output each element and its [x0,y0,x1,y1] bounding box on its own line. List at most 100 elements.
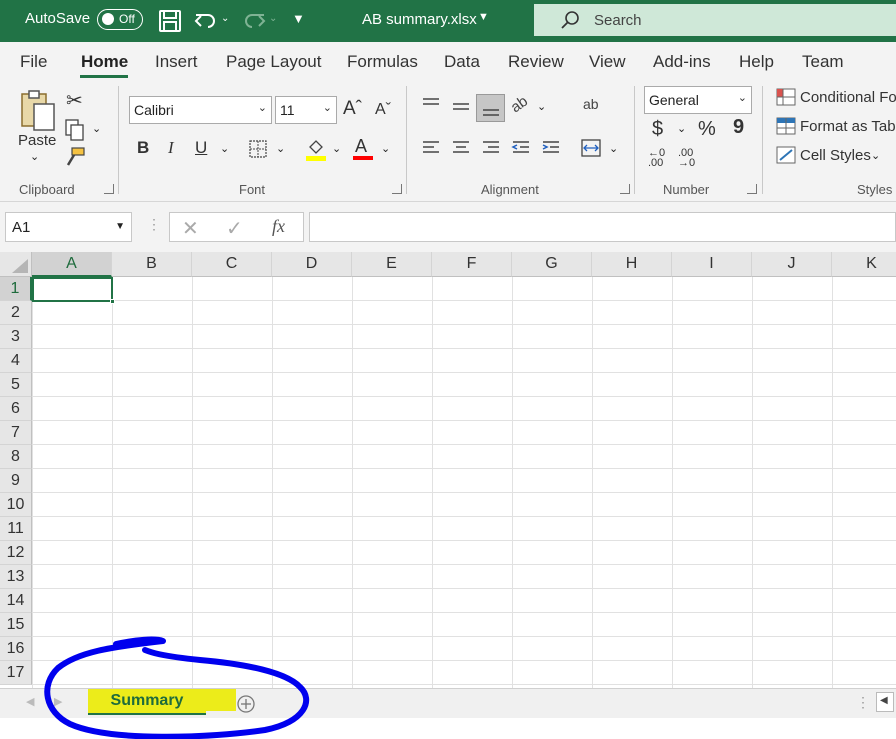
format-as-table-icon[interactable] [776,117,796,135]
fill-handle[interactable] [110,299,115,304]
italic-button[interactable]: I [168,138,174,158]
number-launcher-icon[interactable] [747,184,757,194]
font-color-dropdown-icon[interactable]: ⌄ [381,142,390,155]
decrease-decimal-icon[interactable]: .00 →0 [678,148,695,169]
sheet-tab-summary[interactable]: Summary [88,689,206,715]
borders-icon[interactable] [248,139,268,159]
row-header-3[interactable]: 3 [0,325,32,349]
percent-button[interactable]: % [698,118,716,141]
cut-icon[interactable]: ✂ [66,88,83,113]
font-color-icon[interactable]: A [355,136,367,157]
align-right-icon[interactable] [481,139,501,157]
decrease-indent-icon[interactable] [511,139,531,157]
conditional-formatting-button[interactable]: Conditional Fo [800,89,896,106]
row-header-8[interactable]: 8 [0,445,32,469]
cancel-icon[interactable]: ✕ [182,216,199,241]
tab-formulas[interactable]: Formulas [347,52,418,72]
borders-dropdown-icon[interactable]: ⌄ [276,142,285,155]
title-dropdown-icon[interactable]: ▼ [478,11,489,23]
format-as-table-button[interactable]: Format as Tabl [800,118,896,135]
row-header-4[interactable]: 4 [0,349,32,373]
merge-dropdown-icon[interactable]: ⌄ [609,142,618,155]
row-header-5[interactable]: 5 [0,373,32,397]
cell-styles-dropdown-icon[interactable]: ⌄ [871,149,880,162]
merge-center-icon[interactable] [580,138,602,158]
wrap-text-icon[interactable]: ab [583,96,599,112]
row-header-12[interactable]: 12 [0,541,32,565]
document-title[interactable]: AB summary.xlsx [362,11,477,28]
increase-font-icon[interactable]: Aˆ [343,98,362,120]
undo-dropdown-icon[interactable]: ⌄ [221,13,229,24]
column-header-h[interactable]: H [592,252,672,277]
hscroll-left-button[interactable]: ◀ [876,692,894,712]
active-cell[interactable] [32,277,113,302]
column-header-e[interactable]: E [352,252,432,277]
formula-input[interactable] [309,212,896,242]
customize-toolbar-icon[interactable]: ▼ [292,11,305,26]
copy-dropdown-icon[interactable]: ⌄ [92,122,101,135]
fill-color-icon[interactable] [304,137,328,161]
tab-team[interactable]: Team [802,52,844,72]
column-header-a[interactable]: A [32,252,112,277]
save-icon[interactable] [157,8,183,34]
align-left-icon[interactable] [421,139,441,157]
row-header-14[interactable]: 14 [0,589,32,613]
tab-add-ins[interactable]: Add-ins [653,52,711,72]
cell-styles-button[interactable]: Cell Styles [800,147,871,164]
cell-area[interactable] [32,277,896,688]
currency-dropdown-icon[interactable]: ⌄ [677,122,686,135]
row-header-1[interactable]: 1 [0,277,32,301]
format-painter-icon[interactable] [64,146,86,168]
select-all-button[interactable] [0,252,32,277]
redo-icon[interactable] [241,8,267,34]
column-header-j[interactable]: J [752,252,832,277]
name-box[interactable]: A1 ▼ [5,212,132,242]
search-box[interactable]: Search [534,4,896,36]
column-header-f[interactable]: F [432,252,512,277]
insert-function-icon[interactable]: fx [272,216,285,237]
tab-review[interactable]: Review [508,52,564,72]
clipboard-launcher-icon[interactable] [104,184,114,194]
font-launcher-icon[interactable] [392,184,402,194]
tab-help[interactable]: Help [739,52,774,72]
underline-dropdown-icon[interactable]: ⌄ [220,142,229,155]
column-header-c[interactable]: C [192,252,272,277]
row-header-6[interactable]: 6 [0,397,32,421]
tab-home[interactable]: Home [81,52,128,72]
tab-insert[interactable]: Insert [155,52,198,72]
row-header-9[interactable]: 9 [0,469,32,493]
fill-color-dropdown-icon[interactable]: ⌄ [332,142,341,155]
split-handle-icon[interactable]: ⋮ [856,694,870,711]
increase-decimal-icon[interactable]: ←0.00 [648,148,665,169]
row-header-15[interactable]: 15 [0,613,32,637]
font-name-select[interactable]: Calibri ⌄ [129,96,272,124]
row-header-2[interactable]: 2 [0,301,32,325]
row-header-7[interactable]: 7 [0,421,32,445]
number-format-select[interactable]: General ⌄ [644,86,752,114]
add-sheet-icon[interactable] [236,694,256,714]
drag-handle-icon[interactable]: ⋮ [147,216,161,233]
redo-dropdown-icon[interactable]: ⌄ [269,13,277,24]
copy-icon[interactable] [64,118,86,142]
column-header-d[interactable]: D [272,252,352,277]
tab-view[interactable]: View [589,52,626,72]
column-header-k[interactable]: K [832,252,896,277]
tab-page-layout[interactable]: Page Layout [226,52,321,72]
scroll-right-icon[interactable]: ▶ [54,695,62,708]
bold-button[interactable]: B [137,138,149,158]
paste-dropdown-icon[interactable]: ⌄ [30,150,39,163]
autosave-toggle[interactable]: Off [97,9,143,30]
row-header-16[interactable]: 16 [0,637,32,661]
top-align-icon[interactable] [421,96,441,114]
column-header-b[interactable]: B [112,252,192,277]
row-header-10[interactable]: 10 [0,493,32,517]
row-header-17[interactable]: 17 [0,661,32,685]
tab-file[interactable]: File [20,52,47,72]
enter-icon[interactable]: ✓ [226,216,243,241]
font-size-select[interactable]: 11 ⌄ [275,96,337,124]
column-header-i[interactable]: I [672,252,752,277]
paste-icon[interactable] [18,88,58,132]
orientation-dropdown-icon[interactable]: ⌄ [537,100,546,113]
decrease-font-icon[interactable]: Aˇ [375,101,391,119]
currency-button[interactable]: $ [652,118,663,141]
